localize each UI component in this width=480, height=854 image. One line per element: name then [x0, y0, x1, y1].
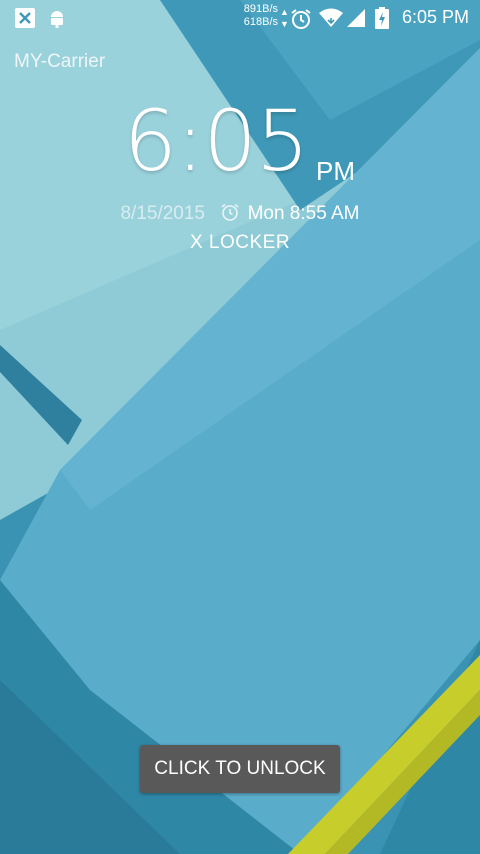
x-app-icon: [15, 8, 35, 28]
net-arrows-icon: ▲ ▼: [280, 7, 289, 29]
status-bar: 891B/s 618B/s ▲ ▼ 6:05 PM: [0, 0, 480, 36]
battery-charging-icon: [375, 7, 389, 29]
next-alarm-text: Mon 8:55 AM: [247, 203, 360, 224]
date-alarm-line: 8/15/2015 Mon 8:55 AM: [0, 202, 480, 225]
clock-ampm: PM: [316, 156, 355, 186]
app-name-label: X LOCKER: [189, 232, 291, 253]
status-time: 6:05 PM: [401, 7, 469, 27]
wifi-icon: [319, 8, 343, 27]
clock-time: 6:05: [123, 92, 310, 190]
lock-clock: 6:05: [0, 92, 480, 190]
download-speed: 618B/s: [243, 16, 278, 28]
network-speed: 891B/s 618B/s: [228, 3, 278, 29]
android-debug-icon: [51, 11, 63, 28]
upload-speed: 891B/s: [243, 3, 278, 15]
carrier-label: MY-Carrier: [14, 51, 106, 72]
signal-icon: [347, 9, 365, 27]
unlock-button[interactable]: CLICK TO UNLOCK: [140, 745, 340, 793]
alarm-icon: [221, 203, 239, 221]
date-text: 8/15/2015: [120, 203, 205, 224]
alarm-icon: [291, 9, 311, 29]
